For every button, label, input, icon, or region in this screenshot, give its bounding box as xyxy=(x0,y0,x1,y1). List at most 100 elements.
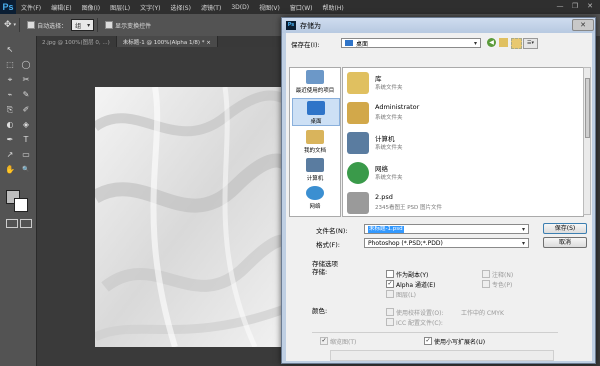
cancel-button[interactable]: 取消 xyxy=(543,237,587,248)
restore-icon[interactable]: ❐ xyxy=(569,2,581,11)
eyedropper-tool-icon[interactable]: ⌁ xyxy=(3,89,17,100)
color-label: 颜色: xyxy=(312,307,328,315)
status-strip xyxy=(330,350,554,361)
filename-label: 文件名(N): xyxy=(316,227,348,235)
document-canvas[interactable] xyxy=(95,87,290,347)
notes-checkbox[interactable] xyxy=(482,270,490,278)
hand-tool-icon[interactable]: ✋ xyxy=(3,164,17,175)
marquee-tool-icon[interactable]: ⬚ xyxy=(3,59,17,70)
menu-layer[interactable]: 图层(L) xyxy=(105,3,135,12)
path-select-icon[interactable]: ↗ xyxy=(3,149,17,160)
menu-view[interactable]: 视图(V) xyxy=(254,3,285,12)
auto-select-dropdown[interactable]: 组 ▾ xyxy=(71,19,95,31)
list-item[interactable]: 2.psd 2345看图王 PSD 图片文件 xyxy=(345,190,570,216)
pen-tool-icon[interactable]: ✒ xyxy=(3,134,17,145)
minimize-icon[interactable]: — xyxy=(554,2,566,11)
auto-select-value: 组 xyxy=(75,22,82,30)
chevron-down-icon: ▾ xyxy=(521,225,525,233)
clone-stamp-icon[interactable]: ⎘ xyxy=(3,104,17,115)
icc-checkbox[interactable] xyxy=(386,318,394,326)
tab-untitled-1[interactable]: 未标题-1 @ 100%(Alpha 1/8) * × xyxy=(116,36,218,47)
new-folder-icon[interactable] xyxy=(511,38,522,49)
spot-label: 专色(P) xyxy=(492,282,513,289)
move-tool-icon[interactable]: ↖ xyxy=(3,44,17,55)
dodge-tool-icon[interactable]: ◐ xyxy=(3,119,17,130)
scrollbar-thumb[interactable] xyxy=(585,78,590,138)
blur-tool-icon[interactable]: ◈ xyxy=(19,119,33,130)
lowercase-ext-label: 使用小写扩展名(U) xyxy=(434,339,486,346)
zoom-tool-icon[interactable]: 🔍 xyxy=(19,164,33,175)
menu-window[interactable]: 窗口(W) xyxy=(285,3,318,12)
menu-type[interactable]: 文字(Y) xyxy=(135,3,165,12)
library-icon xyxy=(347,72,369,94)
user-folder-icon xyxy=(347,102,369,124)
dialog-body: 保存在(I): 桌面 ▾ ◀ ☰▾ 最近使用的项目 桌面 我的文档 计算机 网络… xyxy=(286,33,592,361)
history-brush-icon[interactable]: ✐ xyxy=(19,104,33,115)
auto-select-checkbox[interactable] xyxy=(27,21,36,29)
ellipse-marquee-icon[interactable]: ◯ xyxy=(19,59,33,70)
place-computer[interactable]: 计算机 xyxy=(292,158,338,182)
menu-edit[interactable]: 编辑(E) xyxy=(46,3,76,12)
silk-fabric-image xyxy=(95,87,290,347)
crop-tool-icon[interactable]: ⌖ xyxy=(3,74,17,85)
filename-field[interactable]: 未标题-1.psd ▾ xyxy=(364,224,529,234)
up-folder-icon[interactable] xyxy=(499,38,508,47)
menu-file[interactable]: 文件(F) xyxy=(16,3,46,12)
save-in-value: 桌面 xyxy=(356,40,369,48)
thumbnail-checkbox[interactable]: ✓ xyxy=(320,337,328,345)
place-desktop[interactable]: 桌面 xyxy=(292,98,340,126)
list-item[interactable]: 网络 系统文件夹 xyxy=(345,160,570,186)
format-dropdown[interactable]: Photoshop (*.PSD;*.PDD) ▾ xyxy=(364,238,529,248)
file-list-scrollbar[interactable] xyxy=(583,67,591,215)
list-item[interactable]: Administrator 系统文件夹 xyxy=(345,100,570,126)
divider xyxy=(97,18,99,32)
file-type: 2345看图王 PSD 图片文件 xyxy=(375,205,443,211)
tab-2-jpg[interactable]: 2.jpg @ 100%(图层 0, ...) xyxy=(36,36,117,47)
desktop-icon xyxy=(345,40,353,46)
photoshop-logo: Ps xyxy=(0,0,16,14)
file-name: 2.psd xyxy=(375,193,393,201)
menu-3d[interactable]: 3D(D) xyxy=(226,4,254,11)
rectangle-tool-icon[interactable]: ▭ xyxy=(19,149,33,160)
close-icon[interactable]: ✕ xyxy=(584,2,596,11)
screen-mode-icon[interactable] xyxy=(20,219,32,228)
move-tool-preset[interactable]: ✥ ▾ xyxy=(4,19,16,31)
place-documents[interactable]: 我的文档 xyxy=(292,130,338,154)
save-in-dropdown[interactable]: 桌面 ▾ xyxy=(341,38,481,48)
menu-filter[interactable]: 滤镜(T) xyxy=(196,3,226,12)
dialog-title-bar[interactable]: Ps 存储为 ✕ xyxy=(282,18,595,33)
brush-tool-icon[interactable]: ✎ xyxy=(19,89,33,100)
file-name: Administrator xyxy=(375,103,420,111)
menu-select[interactable]: 选择(S) xyxy=(165,3,196,12)
layers-checkbox[interactable] xyxy=(386,290,394,298)
view-menu-icon[interactable]: ☰▾ xyxy=(523,38,538,49)
alpha-checkbox[interactable]: ✓ xyxy=(386,280,394,288)
close-icon[interactable]: ✕ xyxy=(572,19,594,31)
tools-panel: ↖ ⬚ ◯ ⌖ ✂ ⌁ ✎ ⎘ ✐ ◐ ◈ ✒ T ↗ ▭ ✋ 🔍 xyxy=(0,36,37,366)
show-transform-checkbox[interactable] xyxy=(105,21,114,29)
computer-icon xyxy=(306,158,324,172)
proof-checkbox[interactable] xyxy=(386,308,394,316)
menu-help[interactable]: 帮助(H) xyxy=(318,3,349,12)
as-copy-checkbox[interactable] xyxy=(386,270,394,278)
place-label: 最近使用的项目 xyxy=(295,88,335,94)
quick-mask-icon[interactable] xyxy=(6,219,18,228)
place-recent[interactable]: 最近使用的项目 xyxy=(292,70,338,94)
spot-checkbox[interactable] xyxy=(482,280,490,288)
save-button[interactable]: 保存(S) xyxy=(543,223,587,234)
list-item[interactable]: 库 系统文件夹 xyxy=(345,70,570,96)
place-network[interactable]: 网络 xyxy=(292,186,338,210)
format-label: 格式(F): xyxy=(316,241,341,249)
auto-select-label: 自动选择： xyxy=(37,22,68,30)
back-icon[interactable]: ◀ xyxy=(487,38,496,47)
lowercase-ext-checkbox[interactable]: ✓ xyxy=(424,337,432,345)
background-color-swatch[interactable] xyxy=(14,198,28,212)
list-item[interactable]: 计算机 系统文件夹 xyxy=(345,130,570,156)
menu-bar: Ps 文件(F) 编辑(E) 图像(I) 图层(L) 文字(Y) 选择(S) 滤… xyxy=(0,0,600,14)
menu-image[interactable]: 图像(I) xyxy=(77,3,105,12)
slice-tool-icon[interactable]: ✂ xyxy=(19,74,33,85)
computer-icon xyxy=(347,132,369,154)
auto-select-toggle[interactable]: 自动选择： xyxy=(27,19,67,31)
type-tool-icon[interactable]: T xyxy=(19,134,33,145)
show-transform-toggle[interactable]: 显示变换控件 xyxy=(105,19,151,31)
